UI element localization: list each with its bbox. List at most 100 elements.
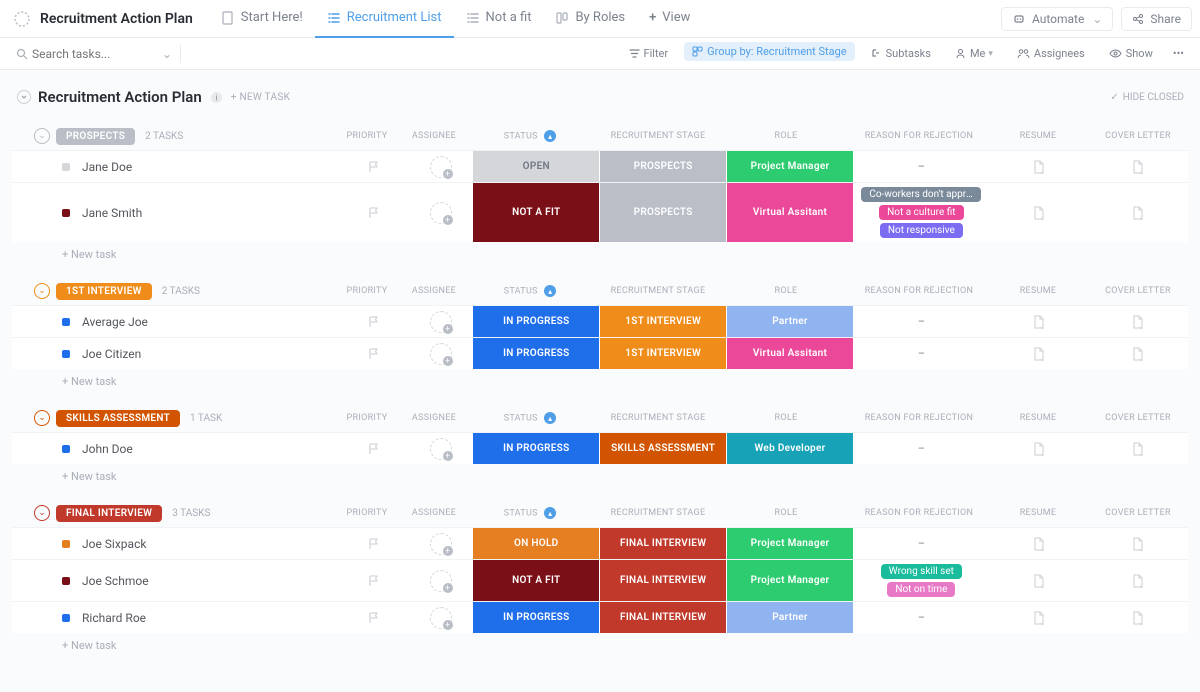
col-status[interactable]: STATUS ▴ [466,130,594,142]
collapse-group-icon[interactable]: ⌄ [34,128,50,144]
assignee-cell[interactable] [409,560,472,601]
assignee-cell[interactable] [409,528,472,559]
cover-cell[interactable] [1089,602,1188,633]
group-name[interactable]: FINAL INTERVIEW [56,505,162,522]
status-cell[interactable]: ON HOLD [472,528,599,559]
task-row[interactable]: Richard RoeIN PROGRESSFINAL INTERVIEWPar… [12,601,1188,633]
col-resume[interactable]: RESUME [988,413,1088,423]
me-button[interactable]: Me ▾ [947,44,1001,63]
resume-cell[interactable] [990,338,1089,369]
col-stage[interactable]: RECRUITMENT STAGE [594,508,722,518]
resume-cell[interactable] [990,560,1089,601]
reason-cell[interactable]: – [853,306,990,337]
role-cell[interactable]: Web Developer [726,433,853,464]
task-row[interactable]: Joe Citizen IN PROGRESS1ST INTERVIEWVirtu… [12,337,1188,369]
group-name[interactable]: PROSPECTS [56,128,135,145]
chevron-down-icon[interactable]: ⌄ [162,47,172,61]
task-name-cell[interactable]: Joe Schmoe [12,560,340,601]
col-assignee[interactable]: ASSIGNEE [402,508,466,518]
status-cell[interactable]: IN PROGRESS [472,306,599,337]
collapse-group-icon[interactable]: ⌄ [34,410,50,426]
role-cell[interactable]: Partner [726,306,853,337]
collapse-group-icon[interactable]: ⌄ [34,505,50,521]
reason-cell[interactable]: – [853,338,990,369]
col-assignee[interactable]: ASSIGNEE [402,413,466,423]
task-name-cell[interactable]: Joe Citizen [12,338,340,369]
task-row[interactable]: Joe SixpackON HOLDFINAL INTERVIEWProject… [12,527,1188,559]
reason-cell[interactable]: Co-workers don't appro... Not a culture f… [853,183,990,242]
task-name-cell[interactable]: Joe Sixpack [12,528,340,559]
col-assignee[interactable]: ASSIGNEE [402,286,466,296]
reason-tag[interactable]: Wrong skill set [881,564,962,579]
automate-button[interactable]: Automate ⌄ [1001,7,1113,31]
priority-cell[interactable] [340,183,409,242]
col-stage[interactable]: RECRUITMENT STAGE [594,131,722,141]
reason-cell[interactable]: Wrong skill set Not on time [853,560,990,601]
add-task-button[interactable]: + New task [12,369,1188,394]
role-cell[interactable]: Project Manager [726,151,853,182]
cover-cell[interactable] [1089,433,1188,464]
col-reason[interactable]: REASON FOR REJECTION [850,286,988,296]
role-cell[interactable]: Virtual Assitant [726,183,853,242]
filter-button[interactable]: Filter [621,44,677,63]
col-stage[interactable]: RECRUITMENT STAGE [594,286,722,296]
status-cell[interactable]: IN PROGRESS [472,338,599,369]
reason-tag[interactable]: Not a culture fit [879,205,963,220]
status-cell[interactable]: IN PROGRESS [472,433,599,464]
col-role[interactable]: ROLE [722,131,850,141]
col-cover[interactable]: COVER LETTER [1088,286,1188,296]
tab-not-a-fit[interactable]: Not a fit [454,0,544,38]
doc-title[interactable]: Recruitment Action Plan [40,11,193,27]
resume-cell[interactable] [990,151,1089,182]
col-assignee[interactable]: ASSIGNEE [402,131,466,141]
task-name-cell[interactable]: John Doe [12,433,340,464]
assignee-cell[interactable] [409,183,472,242]
task-row[interactable]: Average JoeIN PROGRESS1ST INTERVIEWPartn… [12,305,1188,337]
group-by-button[interactable]: Group by: Recruitment Stage [684,42,855,61]
subtasks-button[interactable]: Subtasks [863,44,939,63]
tab-by-roles[interactable]: By Roles [543,0,637,38]
collapse-list-icon[interactable] [16,89,32,105]
assignee-cell[interactable] [409,338,472,369]
role-cell[interactable]: Virtual Assitant [726,338,853,369]
reason-cell[interactable]: – [853,528,990,559]
assignee-cell[interactable] [409,602,472,633]
col-cover[interactable]: COVER LETTER [1088,413,1188,423]
status-cell[interactable]: NOT A FIT [472,560,599,601]
reason-tag[interactable]: Not on time [887,582,955,597]
assignee-cell[interactable] [409,151,472,182]
reason-tag[interactable]: Co-workers don't appro... [861,187,981,202]
stage-cell[interactable]: FINAL INTERVIEW [599,602,726,633]
stage-cell[interactable]: 1ST INTERVIEW [599,306,726,337]
col-role[interactable]: ROLE [722,286,850,296]
resume-cell[interactable] [990,602,1089,633]
priority-cell[interactable] [340,338,409,369]
new-task-button[interactable]: + NEW TASK [231,92,290,103]
stage-cell[interactable]: 1ST INTERVIEW [599,338,726,369]
add-task-button[interactable]: + New task [12,464,1188,489]
assignees-button[interactable]: Assignees [1009,44,1093,63]
task-row[interactable]: Joe SchmoeNOT A FITFINAL INTERVIEWProjec… [12,559,1188,601]
col-stage[interactable]: RECRUITMENT STAGE [594,413,722,423]
share-button[interactable]: Share [1121,7,1192,31]
hide-closed-button[interactable]: ✓ HIDE CLOSED [1110,92,1184,103]
priority-cell[interactable] [340,560,409,601]
cover-cell[interactable] [1089,338,1188,369]
info-icon[interactable]: i [210,91,223,104]
resume-cell[interactable] [990,183,1089,242]
task-name-cell[interactable]: Richard Roe [12,602,340,633]
col-status[interactable]: STATUS ▴ [466,412,594,424]
role-cell[interactable]: Project Manager [726,560,853,601]
resume-cell[interactable] [990,433,1089,464]
col-reason[interactable]: REASON FOR REJECTION [850,413,988,423]
col-cover[interactable]: COVER LETTER [1088,508,1188,518]
add-task-button[interactable]: + New task [12,633,1188,658]
priority-cell[interactable] [340,306,409,337]
add-view-button[interactable]: + View [637,0,702,38]
reason-cell[interactable]: – [853,602,990,633]
col-priority[interactable]: PRIORITY [332,286,402,296]
more-button[interactable]: ••• [1169,44,1188,63]
reason-tag[interactable]: Not responsive [880,223,963,238]
collapse-group-icon[interactable]: ⌄ [34,283,50,299]
priority-cell[interactable] [340,528,409,559]
